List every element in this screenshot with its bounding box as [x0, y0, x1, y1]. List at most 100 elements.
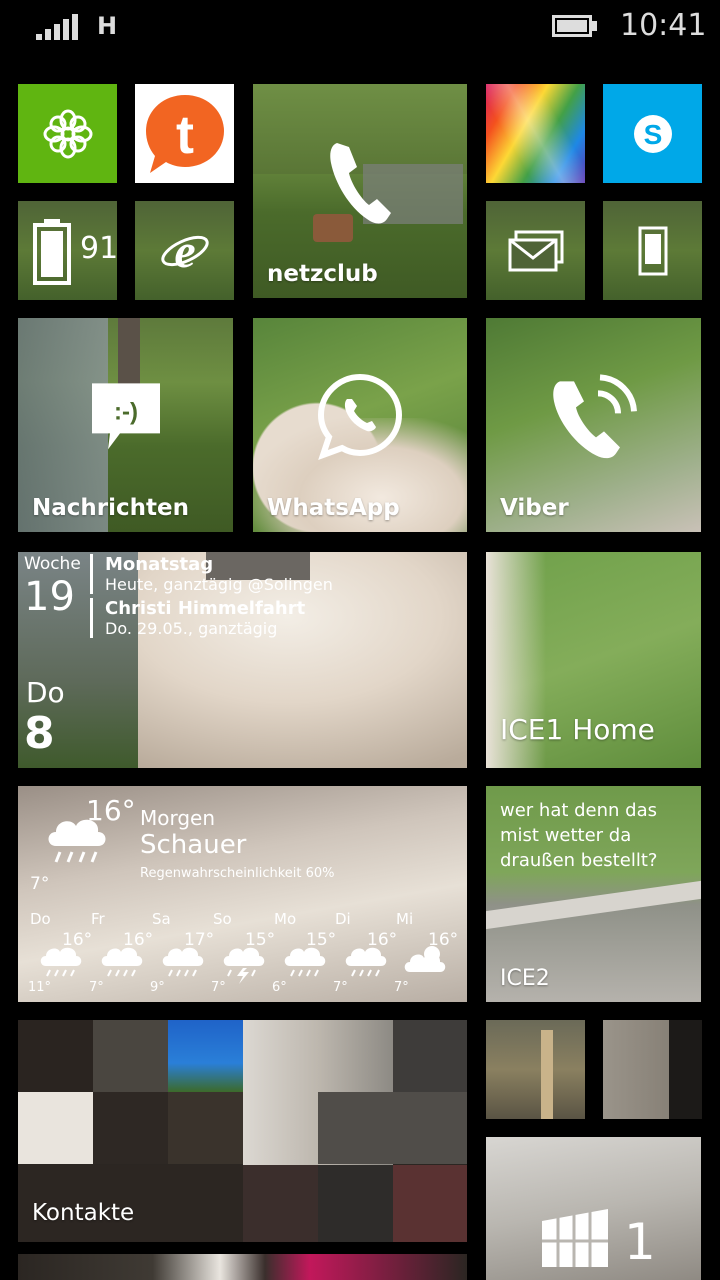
svg-text::-): :-) [114, 398, 138, 425]
signal-strength-icon [36, 12, 80, 40]
partly-cloudy-icon [404, 946, 446, 972]
forecast-low: 9° [150, 980, 165, 995]
contact-photo [18, 1092, 93, 1164]
bottom-tile-partial[interactable] [18, 1254, 467, 1280]
forecast-low: 7° [394, 980, 409, 995]
rain-cloud-icon [284, 947, 326, 977]
forecast-day: Fr 16° 7° [89, 908, 153, 1002]
tile-label: netzclub [267, 261, 378, 287]
contact-photo [393, 1165, 467, 1242]
day-name: Do [26, 676, 65, 709]
network-type: H [97, 12, 118, 40]
tapatalk-tile[interactable]: t [135, 84, 234, 183]
event-list: Monatstag Heute, ganztägig @Solingen Chr… [90, 554, 450, 638]
viber-tile[interactable]: Viber [486, 318, 701, 532]
flower-app-tile[interactable] [18, 84, 117, 183]
forecast-day-name: Di [335, 910, 351, 928]
photo-tile-2[interactable] [603, 1020, 702, 1119]
contact-photo [168, 1020, 243, 1092]
store-tile[interactable]: 1 [486, 1137, 701, 1280]
contact-photo [18, 1020, 93, 1092]
forecast-day: Mi 16° 7° [394, 908, 458, 1002]
mail-icon [508, 230, 563, 271]
svg-text:t: t [176, 105, 194, 165]
status-bar: H 10:41 [0, 0, 720, 54]
color-app-tile[interactable] [486, 84, 585, 183]
svg-text:S: S [643, 119, 662, 150]
contact-photo [318, 1092, 467, 1164]
event-title: Christi Himmelfahrt [105, 598, 306, 619]
forecast-day-name: Sa [152, 910, 171, 928]
rain-cloud-icon [162, 947, 204, 977]
weather-low: 7° [30, 874, 50, 894]
rain-cloud-icon [345, 947, 387, 977]
weather-chance: Regenwahrscheinlichkeit 60% [140, 866, 335, 881]
weather-when: Morgen [140, 806, 216, 830]
forecast-low: 7° [89, 980, 104, 995]
forecast-day-name: Mo [274, 910, 297, 928]
event-detail: Do. 29.05., ganztägig [105, 619, 278, 638]
contact-photo [93, 1092, 168, 1164]
contact-photo [168, 1092, 243, 1164]
forecast-low: 11° [28, 980, 52, 995]
device-icon [638, 226, 667, 275]
calendar-tile[interactable]: Woche 19 Monatstag Heute, ganztägig @Sol… [18, 552, 467, 768]
forecast-day-name: Mi [396, 910, 414, 928]
week-label: Woche [24, 554, 81, 574]
store-icon [542, 1209, 608, 1267]
weather-condition: Schauer [140, 830, 247, 860]
kontakte-tile[interactable]: Kontakte [18, 1020, 467, 1242]
viber-phone-icon [552, 374, 637, 459]
ice2-message: wer hat denn das mist wetter da draußen … [500, 800, 658, 871]
photo-tile[interactable] [486, 1020, 585, 1119]
contact-photo [243, 1165, 318, 1242]
forecast-day: Sa 17° 9° [150, 908, 214, 1002]
nachrichten-tile[interactable]: :-) Nachrichten [18, 318, 233, 532]
message-bubble-icon: :-) [91, 383, 160, 450]
tile-label: Viber [500, 495, 569, 521]
contact-photo [318, 1165, 393, 1242]
clock: 10:41 [620, 8, 707, 43]
weather-tile[interactable]: 16° 7° Morgen Schauer Regenwahrscheinlic… [18, 786, 467, 1002]
skype-icon: S [633, 114, 672, 153]
tapatalk-icon: t [145, 94, 224, 173]
tile-label: Kontakte [32, 1200, 135, 1226]
battery-tile[interactable]: 91 [18, 201, 117, 300]
tile-label: Nachrichten [32, 495, 189, 521]
ice2-tile[interactable]: wer hat denn das mist wetter da draußen … [486, 786, 701, 1002]
day-number: 8 [24, 708, 55, 759]
forecast-day-name: Do [30, 910, 51, 928]
forecast-low: 7° [211, 980, 226, 995]
forecast-day: Mo 15° 6° [272, 908, 336, 1002]
thunder-cloud-icon [223, 947, 265, 984]
whatsapp-icon [317, 373, 403, 460]
mail-tile[interactable] [486, 201, 585, 300]
tile-label: WhatsApp [267, 495, 400, 521]
internet-explorer-icon: e [160, 225, 209, 277]
forecast-day-name: Fr [91, 910, 105, 928]
battery-percent: 91 [80, 231, 117, 266]
phone-device-tile[interactable] [603, 201, 702, 300]
forecast-low: 7° [333, 980, 348, 995]
contact-photo [93, 1020, 168, 1092]
tile-label: ICE1 Home [500, 713, 655, 746]
battery-level-icon [33, 219, 71, 285]
tile-label: ICE2 [500, 966, 550, 991]
event-title: Monatstag [105, 554, 214, 575]
phone-icon [330, 143, 391, 224]
calendar-event: Monatstag Heute, ganztägig @Solingen [90, 554, 450, 594]
weather-high: 16° [86, 794, 136, 827]
week-number: 19 [24, 574, 75, 620]
ice1-home-tile[interactable]: ICE1 Home [486, 552, 701, 768]
forecast-day-name: So [213, 910, 232, 928]
contact-photo [393, 1020, 467, 1092]
forecast-low: 6° [272, 980, 287, 995]
skype-tile[interactable]: S [603, 84, 702, 183]
netzclub-tile[interactable]: netzclub [253, 84, 467, 298]
forecast-row: Do 16° 11° Fr 16° 7° Sa 17° 9° So 15° 7° Mo 15° 6° Di 16… [18, 908, 467, 1002]
whatsapp-tile[interactable]: WhatsApp [253, 318, 467, 532]
forecast-day: So 15° 7° [211, 908, 275, 1002]
internet-explorer-tile[interactable]: e [135, 201, 234, 300]
battery-icon [552, 15, 598, 37]
flower-icon [43, 109, 92, 158]
